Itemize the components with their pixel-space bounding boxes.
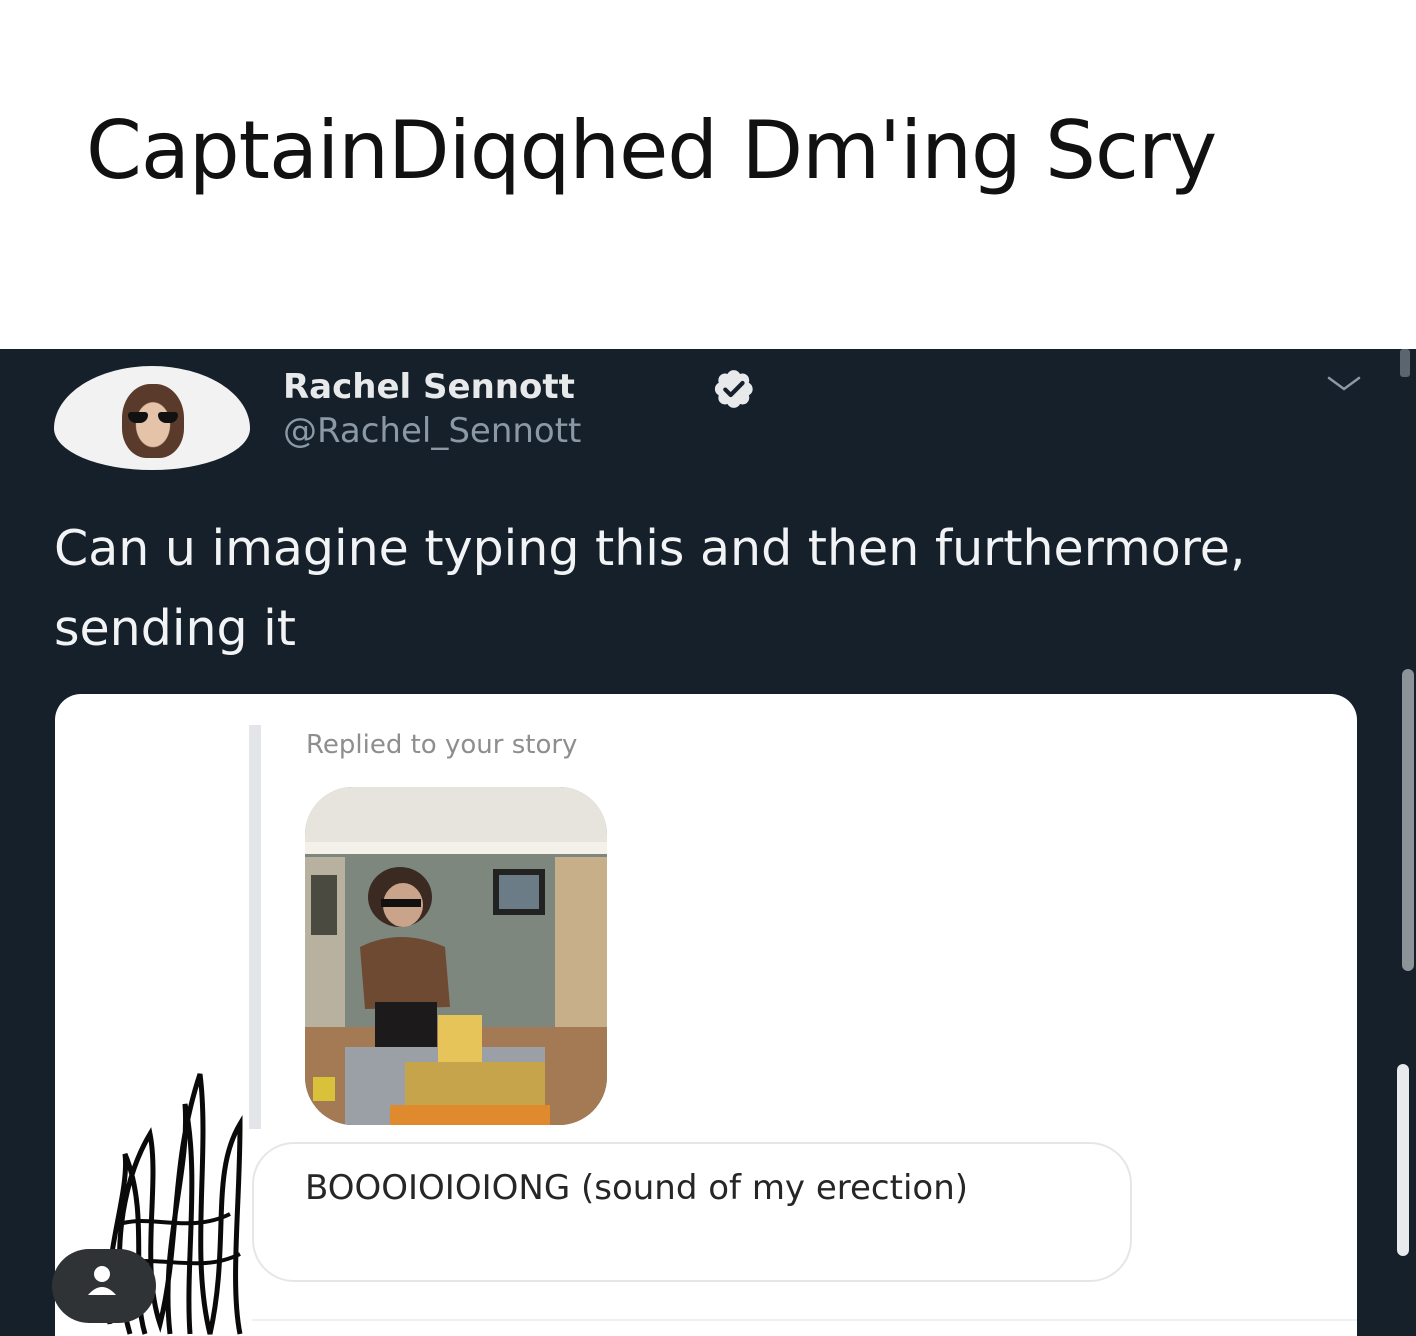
dm-message-text: BOOOIOIOIONG (sound of my erection) [305,1168,969,1208]
chevron-down-icon[interactable] [1326,373,1362,395]
meme-caption-text: CaptainDiqqhed Dm'ing Scry [86,104,1217,197]
divider [252,1319,1357,1321]
tweet-screenshot: Rachel Sennott @Rachel_Sennott Can u ima… [0,349,1416,1336]
avatar-sunglasses [128,412,178,424]
verified-badge-icon [714,370,753,408]
person-icon [88,1266,116,1295]
reply-indicator-bar [249,725,261,1129]
story-photo [305,787,607,1125]
profile-button[interactable] [52,1249,156,1323]
tweet-text: Can u imagine typing this and then furth… [54,520,1246,657]
scrollbar-thumb-top[interactable] [1400,349,1410,377]
replied-to-story-label: Replied to your story [306,730,578,760]
author-display-name[interactable]: Rachel Sennott [283,367,575,407]
dm-message-bubble [252,1142,1132,1282]
avatar[interactable] [54,366,250,470]
story-thumbnail[interactable] [305,787,607,1125]
scrollbar-thumb-secondary[interactable] [1397,1064,1409,1256]
scrollbar-thumb[interactable] [1402,669,1414,971]
author-handle[interactable]: @Rachel_Sennott [283,411,581,451]
meme-caption: CaptainDiqqhed Dm'ing Scry [0,0,1416,349]
